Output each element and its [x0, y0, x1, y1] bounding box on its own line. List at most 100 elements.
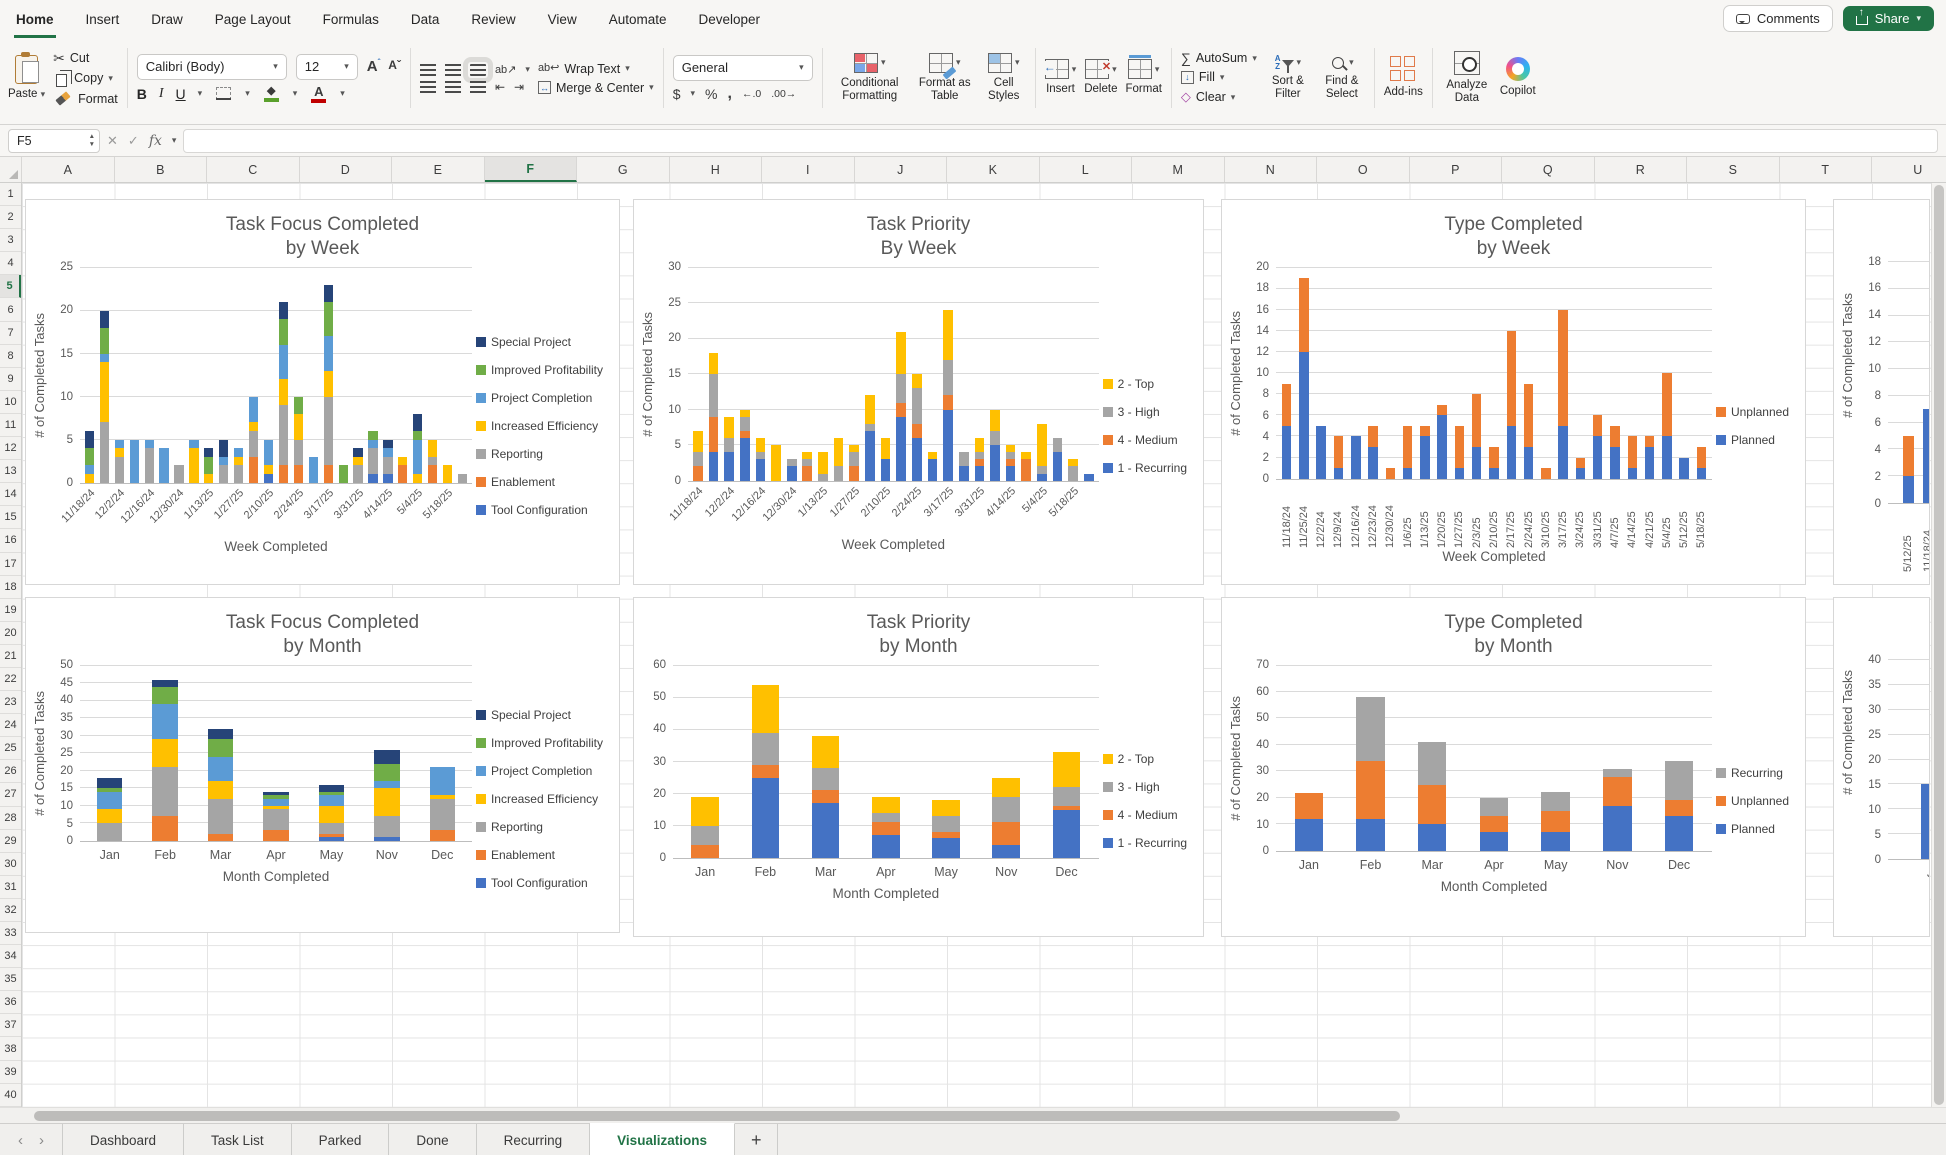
row-header-25[interactable]: 25	[0, 737, 21, 760]
align-bottom-icon[interactable]	[470, 64, 486, 76]
sheet-tab-done[interactable]: Done	[389, 1124, 476, 1155]
align-center-icon[interactable]	[445, 81, 461, 93]
font-color-icon[interactable]: A	[311, 85, 326, 103]
row-header-4[interactable]: 4	[0, 252, 21, 275]
decrease-font-icon[interactable]: Aˇ	[388, 58, 401, 72]
fx-icon[interactable]: fx	[149, 133, 162, 149]
chart-task-priority-by-week[interactable]: Task PriorityBy Week# of Completed Tasks…	[633, 199, 1204, 585]
row-header-22[interactable]: 22	[0, 668, 21, 691]
row-header-5[interactable]: 5	[0, 275, 21, 298]
row-header-17[interactable]: 17	[0, 553, 21, 576]
ribbon-tab-formulas[interactable]: Formulas	[321, 2, 381, 38]
bold-button[interactable]: B	[137, 86, 147, 102]
ribbon-tab-page-layout[interactable]: Page Layout	[213, 2, 293, 38]
row-header-37[interactable]: 37	[0, 1014, 21, 1037]
row-header-34[interactable]: 34	[0, 945, 21, 968]
chart-partial-top-right[interactable]: # of Completed Tasks0246810121416185/12/…	[1833, 199, 1930, 585]
column-header-N[interactable]: N	[1225, 157, 1318, 182]
chart-task-priority-by-month[interactable]: Task Priorityby Month0102030405060JanFeb…	[633, 597, 1204, 937]
row-header-32[interactable]: 32	[0, 899, 21, 922]
column-header-R[interactable]: R	[1595, 157, 1688, 182]
column-header-D[interactable]: D	[300, 157, 393, 182]
sheet-nav-forward-icon[interactable]: ›	[39, 1132, 44, 1149]
sheet-tab-dashboard[interactable]: Dashboard	[62, 1124, 184, 1155]
row-header-13[interactable]: 13	[0, 460, 21, 483]
align-right-icon[interactable]	[470, 81, 486, 93]
copy-button[interactable]: Copy ▾	[53, 70, 118, 87]
column-header-U[interactable]: U	[1872, 157, 1946, 182]
ribbon-tab-view[interactable]: View	[546, 2, 579, 38]
autosum-button[interactable]: ∑AutoSum ▾	[1181, 51, 1257, 65]
ribbon-tab-insert[interactable]: Insert	[84, 2, 122, 38]
row-header-16[interactable]: 16	[0, 529, 21, 552]
currency-format-icon[interactable]: $	[673, 87, 681, 101]
delete-cells-button[interactable]: ▾ Delete	[1084, 59, 1117, 96]
row-header-14[interactable]: 14	[0, 483, 21, 506]
column-header-L[interactable]: L	[1040, 157, 1133, 182]
column-header-B[interactable]: B	[115, 157, 208, 182]
add-sheet-button[interactable]: +	[735, 1124, 779, 1155]
row-header-31[interactable]: 31	[0, 876, 21, 899]
align-left-icon[interactable]	[420, 81, 436, 93]
name-box-stepper[interactable]: ▲▼	[89, 133, 95, 148]
row-header-29[interactable]: 29	[0, 830, 21, 853]
row-header-33[interactable]: 33	[0, 922, 21, 945]
text-orientation-icon[interactable]: ab↗	[495, 63, 516, 76]
conditional-formatting-button[interactable]: ▾ Conditional Formatting	[832, 53, 908, 103]
column-header-O[interactable]: O	[1317, 157, 1410, 182]
row-header-38[interactable]: 38	[0, 1037, 21, 1060]
sheet-tab-visualizations[interactable]: Visualizations	[590, 1123, 735, 1155]
vertical-scrollbar[interactable]	[1931, 183, 1946, 1107]
number-format-select[interactable]: General▾	[673, 55, 813, 81]
decrease-indent-icon[interactable]: ⇤	[495, 81, 505, 93]
row-header-15[interactable]: 15	[0, 506, 21, 529]
column-header-H[interactable]: H	[670, 157, 763, 182]
column-header-C[interactable]: C	[207, 157, 300, 182]
share-button[interactable]: Share ▾	[1843, 6, 1934, 31]
ribbon-tab-developer[interactable]: Developer	[697, 2, 763, 38]
increase-indent-icon[interactable]: ⇥	[514, 81, 524, 93]
increase-decimal-icon[interactable]: ←.0	[742, 88, 761, 100]
name-box[interactable]: F5 ▲▼	[8, 129, 100, 153]
sheet-tab-task-list[interactable]: Task List	[184, 1124, 292, 1155]
column-header-Q[interactable]: Q	[1502, 157, 1595, 182]
row-header-1[interactable]: 1	[0, 183, 21, 206]
comma-format-icon[interactable]: ,	[727, 86, 731, 102]
chart-task-focus-by-week[interactable]: Task Focus Completedby Week# of Complete…	[25, 199, 620, 585]
row-header-2[interactable]: 2	[0, 206, 21, 229]
row-header-10[interactable]: 10	[0, 391, 21, 414]
row-header-27[interactable]: 27	[0, 783, 21, 806]
column-header-E[interactable]: E	[392, 157, 485, 182]
column-header-M[interactable]: M	[1132, 157, 1225, 182]
sort-filter-button[interactable]: AZ▾ Sort & Filter	[1265, 55, 1311, 101]
row-header-12[interactable]: 12	[0, 437, 21, 460]
select-all-corner[interactable]	[0, 157, 22, 182]
column-header-G[interactable]: G	[577, 157, 670, 182]
row-header-30[interactable]: 30	[0, 853, 21, 876]
fill-button[interactable]: ↓Fill ▾	[1181, 70, 1257, 84]
row-header-8[interactable]: 8	[0, 345, 21, 368]
cancel-icon[interactable]: ✕	[107, 133, 118, 149]
formula-input[interactable]	[183, 129, 1938, 153]
column-header-S[interactable]: S	[1687, 157, 1780, 182]
underline-button[interactable]: U	[176, 86, 186, 102]
row-header-36[interactable]: 36	[0, 991, 21, 1014]
column-header-A[interactable]: A	[22, 157, 115, 182]
add-ins-button[interactable]: Add-ins	[1384, 56, 1423, 99]
ribbon-tab-automate[interactable]: Automate	[607, 2, 669, 38]
paste-button[interactable]: Paste ▾	[8, 55, 45, 101]
analyze-data-button[interactable]: Analyze Data	[1442, 51, 1492, 105]
find-select-button[interactable]: ▾ Find & Select	[1319, 55, 1365, 101]
row-header-35[interactable]: 35	[0, 968, 21, 991]
font-name-select[interactable]: Calibri (Body)▾	[137, 54, 287, 80]
italic-button[interactable]: I	[159, 86, 164, 102]
horizontal-scrollbar-thumb[interactable]	[34, 1111, 1400, 1121]
row-header-39[interactable]: 39	[0, 1061, 21, 1084]
sheet-tab-recurring[interactable]: Recurring	[477, 1124, 591, 1155]
wrap-text-button[interactable]: ab↩Wrap Text ▾	[538, 62, 654, 76]
increase-font-icon[interactable]: Aˆ	[367, 58, 381, 75]
chart-task-focus-by-month[interactable]: Task Focus Completedby Month# of Complet…	[25, 597, 620, 933]
row-header-7[interactable]: 7	[0, 322, 21, 345]
row-header-28[interactable]: 28	[0, 807, 21, 830]
decrease-decimal-icon[interactable]: .00→	[771, 88, 796, 100]
